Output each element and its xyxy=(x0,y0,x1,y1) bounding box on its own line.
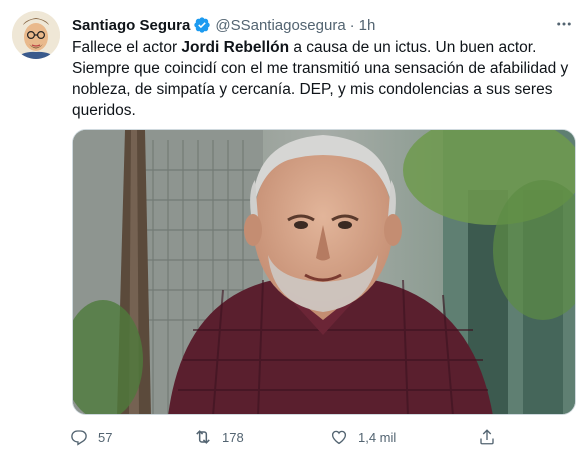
retweet-button[interactable]: 178 xyxy=(186,420,244,454)
like-count: 1,4 mil xyxy=(358,429,397,445)
more-icon[interactable] xyxy=(552,12,576,36)
retweet-icon xyxy=(186,420,220,454)
author-name[interactable]: Santiago Segura xyxy=(72,17,190,34)
like-button[interactable]: 1,4 mil xyxy=(322,420,396,454)
share-icon xyxy=(470,420,504,454)
tweet-image[interactable] xyxy=(72,129,576,415)
tweet-photo xyxy=(73,130,575,414)
mentioned-name: Jordi Rebellón xyxy=(181,39,290,56)
share-button[interactable] xyxy=(470,420,506,454)
tweet-header: Santiago Segura @SSantiagosegura · 1h xyxy=(72,14,576,36)
retweet-count: 178 xyxy=(222,429,244,445)
tweet-text: Fallece el actor Jordi Rebellón a causa … xyxy=(72,37,578,121)
like-icon xyxy=(322,420,356,454)
tweet-text-start: Fallece el actor xyxy=(72,39,182,56)
verified-badge-icon xyxy=(193,16,211,34)
tweet[interactable]: Santiago Segura @SSantiagosegura · 1h Fa… xyxy=(0,0,588,461)
author-handle[interactable]: @SSantiagosegura xyxy=(215,17,345,34)
tweet-timestamp[interactable]: 1h xyxy=(359,17,376,34)
reply-button[interactable]: 57 xyxy=(62,420,112,454)
separator-dot: · xyxy=(349,16,355,34)
reply-count: 57 xyxy=(98,429,113,445)
tweet-actions: 57 178 1,4 mil xyxy=(62,420,582,454)
avatar[interactable] xyxy=(12,11,60,59)
reply-icon xyxy=(62,420,96,454)
